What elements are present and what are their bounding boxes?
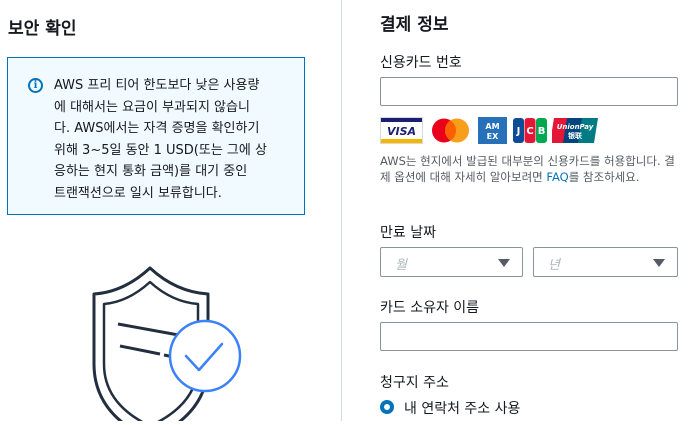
- faq-link[interactable]: FAQ: [546, 170, 568, 184]
- info-line: AWS 프리 티어 한도보다 낮은 사용량: [54, 78, 260, 93]
- card-acceptance-help: AWS는 현지에서 발급된 대부분의 신용카드를 허용합니다. 결제 옵션에 대…: [380, 153, 678, 185]
- info-icon: i: [28, 78, 43, 93]
- expiry-date-label: 만료 날짜: [380, 225, 436, 241]
- info-line: 트랜잭션으로 일시 보류합니다.: [54, 185, 222, 201]
- card-number-input[interactable]: [380, 77, 678, 106]
- card-number-label: 신용카드 번호: [380, 55, 462, 71]
- jcb-logo: J C B: [513, 118, 547, 143]
- billing-option-label: 내 연락처 주소 사용: [404, 401, 521, 417]
- expiry-year-select[interactable]: 년: [533, 247, 678, 277]
- expiry-month-select[interactable]: 월: [380, 247, 523, 277]
- help-text-after: 를 참조하세요.: [568, 170, 640, 184]
- cardholder-name-label: 카드 소유자 이름: [380, 300, 480, 316]
- unionpay-logo: UnionPay 银联: [552, 118, 598, 143]
- year-placeholder: 년: [548, 258, 560, 273]
- svg-text:B: B: [538, 126, 546, 137]
- svg-text:EX: EX: [487, 132, 499, 141]
- payment-info-title: 결제 정보: [380, 15, 449, 35]
- svg-text:VISA: VISA: [387, 125, 416, 138]
- info-alert-text: AWS 프리 티어 한도보다 낮은 사용량 에 대해서는 요금이 부과되지 않습…: [54, 75, 302, 205]
- info-line: 응하는 현지 통화 금액)를 대기 중인: [54, 164, 248, 180]
- amex-logo: AM EX: [478, 117, 507, 144]
- shield-check-icon: [84, 264, 264, 425]
- info-alert: i AWS 프리 티어 한도보다 낮은 사용량 에 대해서는 요금이 부과되지 …: [7, 57, 305, 215]
- security-check-title: 보안 확인: [8, 19, 77, 39]
- svg-text:J: J: [516, 126, 521, 137]
- info-line: 다. AWS에서는 자격 증명을 확인하기: [54, 121, 260, 137]
- month-placeholder: 월: [395, 258, 407, 273]
- cardholder-name-input[interactable]: [380, 322, 678, 351]
- radio-selected-icon[interactable]: [380, 400, 394, 414]
- svg-text:UnionPay: UnionPay: [557, 123, 594, 131]
- billing-address-label: 청구지 주소: [380, 375, 449, 391]
- svg-text:银联: 银联: [568, 131, 583, 140]
- info-line: 위해 3~5일 동안 1 USD(또는 그에 상: [54, 142, 267, 158]
- info-line: 에 대해서는 요금이 부과되지 않습니: [54, 99, 250, 115]
- caret-down-icon: [498, 259, 510, 267]
- payment-info-panel: 결제 정보 신용카드 번호 VISA AM EX J C B UnionPay …: [342, 0, 697, 421]
- caret-down-icon: [653, 259, 665, 267]
- security-check-panel: 보안 확인 i AWS 프리 티어 한도보다 낮은 사용량 에 대해서는 요금이…: [0, 0, 342, 425]
- mastercard-logo: [432, 118, 469, 143]
- svg-text:AM: AM: [485, 122, 499, 131]
- visa-logo: VISA: [380, 117, 423, 144]
- svg-text:C: C: [526, 126, 533, 137]
